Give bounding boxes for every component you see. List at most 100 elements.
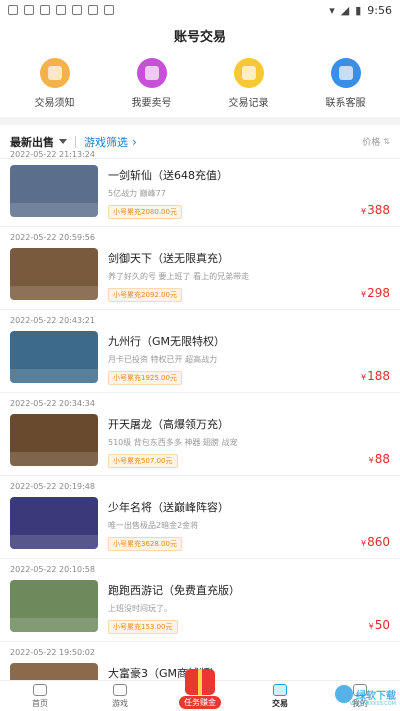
font-icon [104, 5, 114, 15]
listing-time: 2022-05-22 20:59:56 [10, 233, 95, 242]
play-icon [88, 5, 98, 15]
wifi-icon: ▾ [329, 3, 335, 17]
listing-description: 上班没时间玩了。 [108, 604, 172, 613]
recharge-badge: 小号累充1925.00元 [108, 371, 182, 385]
listing-price: ¥860 [361, 535, 390, 549]
battery-icon: ▮ [355, 3, 362, 17]
listing-thumbnail [10, 331, 98, 383]
currency-symbol: ¥ [368, 456, 374, 465]
app-icon [72, 5, 82, 15]
listing-thumbnail [10, 165, 98, 217]
listing-title: 剑御天下（送无限真充） [108, 252, 229, 265]
listing-price: ¥298 [361, 286, 390, 300]
currency-symbol: ¥ [361, 539, 367, 548]
list-item[interactable]: 2022-05-22 20:10:58 跑跑西游记（免费直充版） 上班没时间玩了… [0, 559, 400, 642]
notice-icon [39, 58, 70, 88]
price-value: 298 [367, 286, 390, 300]
tab-trade[interactable]: 交易 [240, 681, 320, 711]
tab-games[interactable]: 游戏 [80, 681, 160, 711]
listing-time: 2022-05-22 20:34:34 [10, 399, 95, 408]
listing-time: 2022-05-22 20:43:21 [10, 316, 95, 325]
tab-promo[interactable]: 任务赚金 [160, 669, 240, 711]
tab-home[interactable]: 首页 [0, 681, 80, 711]
recharge-badge: 小号累充507.00元 [108, 454, 178, 468]
signal-icon: ◢ [340, 3, 350, 17]
status-time: 9:56 [367, 3, 392, 17]
listing-description: 养了好久的号 要上班了 看上的兄弟带走 [108, 272, 250, 281]
listing-price: ¥50 [369, 618, 390, 632]
status-icons-left [8, 5, 114, 15]
tab-label: 首页 [32, 699, 48, 708]
shield-icon [40, 5, 50, 15]
listing-time: 2022-05-22 20:10:58 [10, 565, 95, 574]
listing-thumbnail [10, 248, 98, 300]
list-item[interactable]: 2022-05-22 21:13:24 一剑斩仙（送648充值） 5亿战力 巅峰… [0, 144, 400, 227]
list-item[interactable]: 2022-05-22 20:43:21 九州行（GM无限特权） 月卡已投资 特权… [0, 310, 400, 393]
tab-label: 游戏 [112, 699, 128, 708]
trade-icon [273, 684, 287, 696]
section-divider [0, 117, 400, 125]
support-icon [330, 58, 361, 88]
recharge-badge: 小号累充2092.00元 [108, 288, 182, 302]
listing-time: 2022-05-22 19:50:02 [10, 648, 95, 657]
listing-thumbnail [10, 580, 98, 632]
sell-icon [136, 58, 167, 88]
list-item[interactable]: 2022-05-22 20:34:34 开天屠龙（高爆领万充） 510级 背包东… [0, 393, 400, 476]
listing-title: 少年名将（送巅峰阵容） [108, 501, 229, 514]
quick-action-label: 交易记录 [228, 98, 269, 109]
listing-thumbnail [10, 497, 98, 549]
listing-title: 大富豪3（GM商城版） [108, 667, 222, 680]
currency-symbol: ¥ [361, 290, 367, 299]
price-value: 50 [374, 618, 390, 632]
listing-title: 一剑斩仙（送648充值） [108, 169, 228, 182]
records-icon [233, 58, 264, 88]
home-icon [33, 684, 47, 696]
listing-time: 2022-05-22 21:13:24 [10, 150, 95, 159]
image-icon [56, 5, 66, 15]
listing-price: ¥188 [361, 369, 390, 383]
list-item[interactable]: 2022-05-22 20:19:48 少年名将（送巅峰阵容） 唯一出售极品2暗… [0, 476, 400, 559]
listing-title: 开天屠龙（高爆领万充） [108, 418, 229, 431]
notification-icon [8, 5, 18, 15]
recharge-badge: 小号累充3628.00元 [108, 537, 182, 551]
status-icons-right: ▾ ◢ ▮ 9:56 [329, 4, 392, 17]
listing-description: 月卡已投资 特权已开 超高战力 [108, 355, 218, 364]
listing-description: 唯一出售极品2暗金2金将 [108, 521, 199, 530]
gamepad-icon [113, 684, 127, 696]
promo-label: 任务赚金 [179, 696, 221, 709]
listing-title: 跑跑西游记（免费直充版） [108, 584, 240, 597]
listing-thumbnail [10, 663, 98, 680]
currency-symbol: ¥ [361, 373, 367, 382]
quick-action-sell[interactable]: 我要卖号 [107, 58, 197, 109]
list-item[interactable]: 2022-05-22 20:59:56 剑御天下（送无限真充） 养了好久的号 要… [0, 227, 400, 310]
listing-thumbnail [10, 414, 98, 466]
listing-description: 5亿战力 巅峰77 [108, 189, 166, 198]
price-value: 388 [367, 203, 390, 217]
gift-icon [185, 669, 215, 695]
tab-label: 交易 [272, 699, 288, 708]
listing-description: 510级 背包东西多多 神器 翅膀 战宠 [108, 438, 238, 447]
recharge-badge: 小号累充2080.00元 [108, 205, 182, 219]
currency-symbol: ¥ [368, 622, 374, 631]
price-value: 860 [367, 535, 390, 549]
listing-list[interactable]: 2022-05-22 21:13:24 一剑斩仙（送648充值） 5亿战力 巅峰… [0, 144, 400, 680]
listing-price: ¥388 [361, 203, 390, 217]
quick-action-records[interactable]: 交易记录 [204, 58, 294, 109]
watermark-text: 绿软下载 [356, 690, 396, 702]
status-bar: ▾ ◢ ▮ 9:56 [0, 0, 400, 20]
listing-title: 九州行（GM无限特权） [108, 335, 226, 348]
quick-actions: 交易须知 我要卖号 交易记录 联系客服 [0, 48, 400, 117]
watermark-url: WWW.HXXSS.COM [349, 701, 396, 707]
recharge-badge: 小号累充153.00元 [108, 620, 178, 634]
quick-action-notice[interactable]: 交易须知 [10, 58, 100, 109]
quick-action-label: 我要卖号 [131, 98, 172, 109]
page-title: 账号交易 [173, 29, 226, 45]
price-value: 188 [367, 369, 390, 383]
watermark: 绿软下载 WWW.HXXSS.COM [335, 685, 396, 707]
listing-time: 2022-05-22 20:19:48 [10, 482, 95, 491]
listing-price: ¥88 [369, 452, 390, 466]
price-value: 88 [374, 452, 390, 466]
currency-symbol: ¥ [361, 207, 367, 216]
quick-action-support[interactable]: 联系客服 [301, 58, 391, 109]
quick-action-label: 交易须知 [34, 98, 75, 109]
